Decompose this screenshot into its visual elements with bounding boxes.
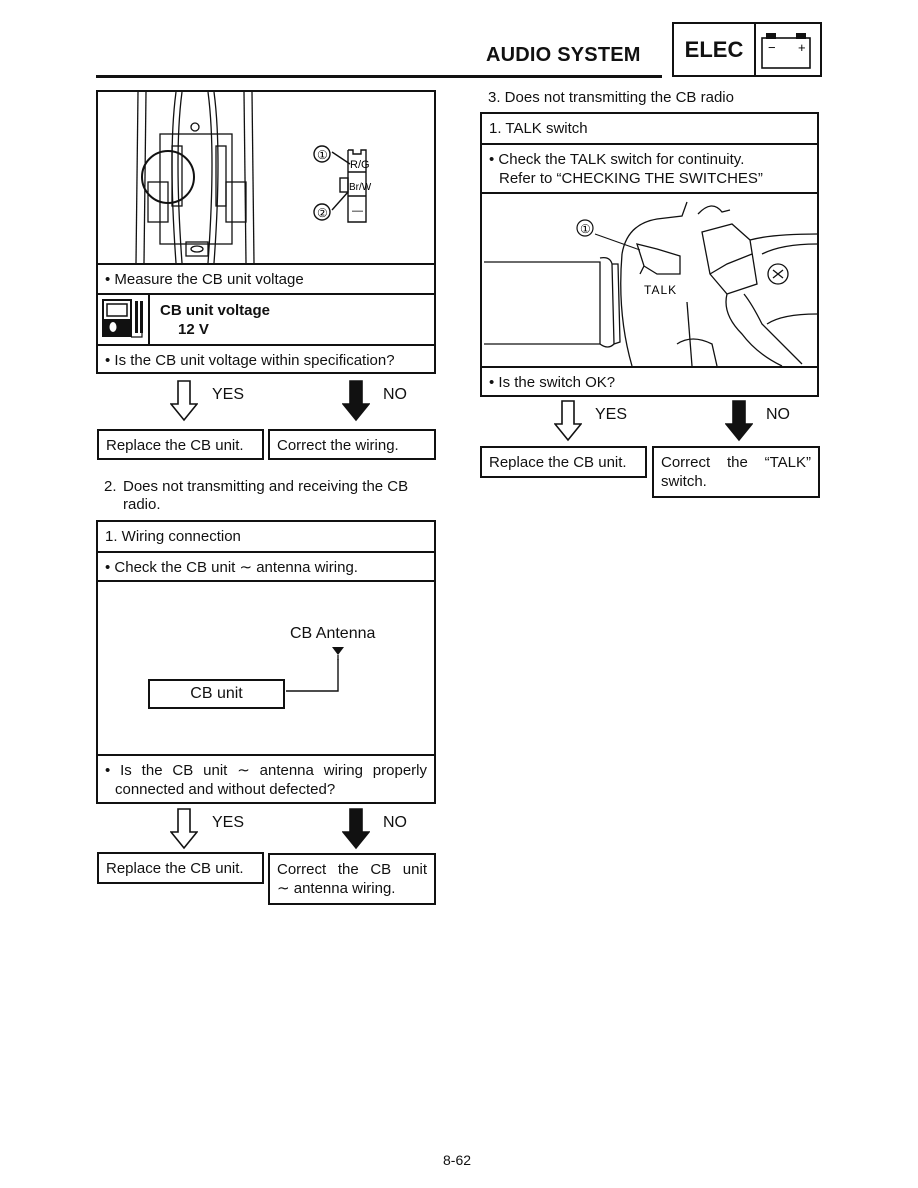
spec-value: 12 V	[178, 321, 209, 338]
battery-plus: +	[798, 40, 806, 55]
section-2-heading: Does not transmitting and receiving the …	[123, 478, 409, 513]
yes-arrow-icon	[170, 380, 198, 422]
cb-unit-label: CB unit	[190, 685, 243, 702]
wire-label-rg: R/G	[350, 159, 370, 171]
wiring-check-step: • Check the CB unit ∼ antenna wiring.	[98, 553, 434, 582]
yes-result-replace-cb-unit: Replace the CB unit.	[480, 446, 647, 478]
no-result-line-1: Correct the “TALK”	[661, 454, 811, 471]
yes-arrow-icon	[170, 808, 198, 850]
antenna-wiring-diagram: CB Antenna CB unit	[98, 582, 434, 756]
no-result-line-2: switch.	[661, 473, 707, 490]
yes-arrow-icon	[554, 400, 582, 442]
no-result-line-2: ∼ antenna wiring.	[277, 880, 396, 897]
yes-result-replace-cb-unit: Replace the CB unit.	[97, 852, 264, 884]
no-arrow-icon	[725, 400, 753, 442]
no-arrow-icon	[342, 380, 370, 422]
no-label: NO	[383, 386, 407, 403]
yes-result-replace-cb-unit: Replace the CB unit.	[97, 429, 264, 460]
talk-check-step-line-1: • Check the TALK switch for continuity.	[489, 151, 745, 168]
cb-voltage-check-box: ① ② R/G Br/W — • Measure the CB unit vol…	[96, 90, 436, 374]
handlebar-switch-illustration: ① TALK	[484, 201, 817, 366]
talk-check-step-line-2: Refer to “CHECKING THE SWITCHES”	[499, 170, 763, 187]
page-number: 8-62	[443, 1152, 472, 1168]
talk-switch-check-box: 1. TALK switch • Check the TALK switch f…	[480, 112, 819, 397]
switch-ok-question: • Is the switch OK?	[489, 374, 616, 391]
cb-unit-location-illustration: ① ② R/G Br/W —	[135, 92, 372, 263]
callout-2: ②	[317, 206, 328, 220]
section-2-number: 2.	[104, 478, 117, 495]
no-label: NO	[383, 814, 407, 831]
wiring-check-title: 1. Wiring connection	[98, 522, 434, 553]
battery-minus: −	[768, 40, 776, 55]
antenna-label: CB Antenna	[290, 625, 376, 642]
callout-1: ①	[317, 148, 328, 162]
no-result-correct-wiring: Correct the wiring.	[268, 429, 436, 460]
yes-label: YES	[595, 406, 628, 423]
wiring-question-line-2: connected and without defected?	[115, 781, 336, 798]
multimeter-icon	[98, 295, 150, 344]
talk-switch-figure: ① TALK	[482, 194, 817, 368]
section-title: AUDIO SYSTEM	[486, 44, 641, 66]
no-label: NO	[766, 406, 790, 423]
chapter-badge: ELEC − +	[672, 22, 822, 77]
antenna-wire	[286, 659, 339, 692]
yes-label: YES	[212, 386, 245, 403]
spec-row: CB unit voltage 12 V	[98, 295, 434, 346]
measure-step: • Measure the CB unit voltage	[98, 265, 434, 295]
no-result-line-1: Correct the CB unit	[277, 861, 427, 878]
talk-check-title: 1. TALK switch	[482, 114, 817, 145]
no-result-correct-antenna-wiring: Correct the CB unit ∼ antenna wiring.	[268, 853, 436, 905]
header-rule	[96, 75, 662, 78]
chapter-badge-label: ELEC	[674, 24, 756, 75]
spec-title: CB unit voltage	[160, 302, 271, 319]
connector-figure: ① ② R/G Br/W —	[98, 92, 434, 265]
voltage-question: • Is the CB unit voltage within specific…	[105, 352, 395, 369]
cb-unit-box: CB unit	[148, 679, 285, 709]
wire-label-brw: Br/W	[349, 182, 372, 193]
wiring-check-box: 1. Wiring connection • Check the CB unit…	[96, 520, 436, 804]
callout-1: ①	[580, 222, 591, 236]
no-result-correct-talk-switch: Correct the “TALK” switch.	[652, 446, 820, 498]
talk-check-step: • Check the TALK switch for continuity. …	[482, 145, 817, 194]
section-3-heading: 3. Does not transmitting the CB radio	[488, 89, 734, 106]
no-arrow-icon	[342, 808, 370, 850]
wiring-question: • Is the CB unit ∼ antenna wiring proper…	[98, 756, 434, 804]
yes-label: YES	[212, 814, 245, 831]
wiring-question-line-1: • Is the CB unit ∼ antenna wiring proper…	[105, 762, 427, 779]
talk-switch-label: TALK	[644, 283, 677, 297]
battery-icon: − +	[761, 33, 811, 69]
wire-label-ground: —	[352, 205, 363, 217]
